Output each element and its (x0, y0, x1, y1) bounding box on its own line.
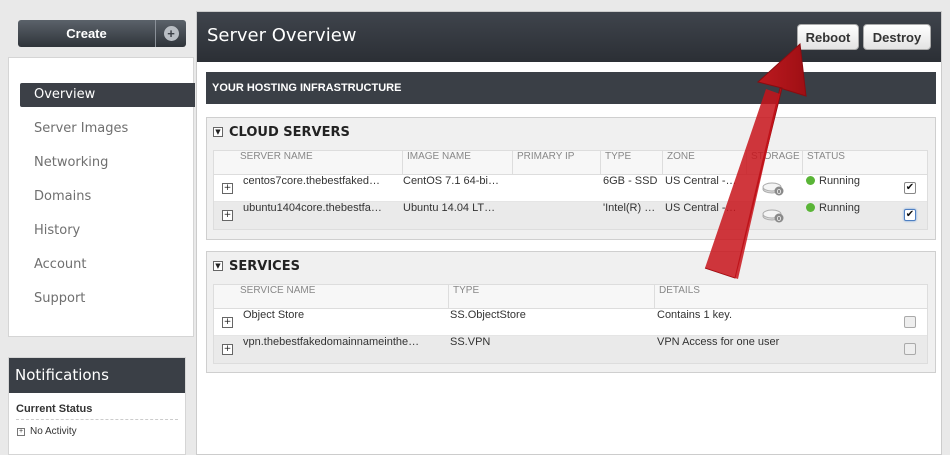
expand-icon[interactable]: + (222, 183, 233, 194)
table-row[interactable]: + centos7core.thebestfaked… CentOS 7.1 6… (214, 175, 927, 202)
column-zone[interactable]: ZONE (662, 151, 746, 175)
primary-ip (513, 202, 597, 229)
cloud-servers-table: SERVER NAME IMAGE NAME PRIMARY IP TYPE Z… (213, 150, 928, 230)
triangle-down-icon[interactable]: ▼ (213, 261, 223, 271)
server-zone: US Central -… (665, 202, 737, 214)
table-row[interactable]: + Object Store SS.ObjectStore Contains 1… (214, 309, 927, 336)
cloud-servers-panel: ▼ CLOUD SERVERS SERVER NAME IMAGE NAME P… (206, 117, 936, 240)
triangle-down-icon[interactable]: ▼ (213, 127, 223, 137)
services-panel: ▼ SERVICES SERVICE NAME TYPE DETAILS + O… (206, 251, 936, 373)
row-checkbox[interactable]: ✔ (904, 182, 916, 194)
table-header: SERVER NAME IMAGE NAME PRIMARY IP TYPE Z… (214, 151, 927, 175)
server-type: 'Intel(R) … (603, 202, 656, 214)
expand-icon: + (17, 427, 25, 436)
expand-icon[interactable]: + (222, 210, 233, 221)
main-header: Server Overview Reboot Destroy (197, 12, 941, 62)
main-panel: Server Overview Reboot Destroy YOUR HOST… (196, 11, 942, 455)
column-status[interactable]: STATUS (802, 151, 928, 175)
column-type[interactable]: TYPE (600, 151, 662, 175)
destroy-button[interactable]: Destroy (863, 24, 931, 50)
notifications-title: Notifications (9, 358, 185, 393)
column-server-name[interactable]: SERVER NAME (236, 151, 402, 175)
services-table: SERVICE NAME TYPE DETAILS + Object Store… (213, 284, 928, 364)
sidebar-item-overview[interactable]: Overview (20, 83, 195, 107)
page-title: Server Overview (207, 25, 357, 46)
disk-icon: 0 (762, 182, 784, 196)
cloud-servers-header[interactable]: ▼ CLOUD SERVERS (207, 118, 935, 146)
create-button-label: Create (66, 26, 107, 41)
row-checkbox[interactable] (904, 343, 916, 355)
sidebar-nav: Overview Server Images Networking Domain… (8, 57, 195, 337)
primary-ip (513, 175, 597, 202)
row-checkbox[interactable]: ✔ (904, 209, 916, 221)
image-name: CentOS 7.1 64-bi… (403, 175, 499, 187)
image-name: Ubuntu 14.04 LT… (403, 202, 496, 214)
svg-text:0: 0 (777, 188, 781, 196)
expand-icon[interactable]: + (222, 344, 233, 355)
server-type: 6GB - SSD (603, 175, 658, 187)
sidebar-item-history[interactable]: History (20, 219, 195, 243)
sidebar-item-account[interactable]: Account (20, 253, 195, 277)
server-name[interactable]: centos7core.thebestfaked… (243, 175, 398, 202)
green-dot-icon (806, 175, 815, 185)
reboot-button[interactable]: Reboot (797, 24, 859, 50)
column-storage[interactable]: STORAGE (746, 151, 802, 175)
table-row[interactable]: + vpn.thebestfakedomainnameinthe… SS.VPN… (214, 336, 927, 363)
service-name[interactable]: Object Store (243, 309, 443, 336)
status-text: Running (819, 202, 860, 214)
column-primary-ip[interactable]: PRIMARY IP (512, 151, 600, 175)
services-header[interactable]: ▼ SERVICES (207, 252, 935, 280)
server-zone: US Central -… (665, 175, 737, 187)
sidebar-item-support[interactable]: Support (20, 287, 195, 311)
create-plus-button[interactable]: + (156, 26, 186, 41)
svg-text:0: 0 (777, 215, 781, 223)
sidebar-item-server-images[interactable]: Server Images (20, 117, 195, 141)
service-type: SS.ObjectStore (450, 309, 526, 321)
create-button[interactable]: Create + (18, 20, 186, 47)
services-title: SERVICES (229, 258, 300, 274)
column-image-name[interactable]: IMAGE NAME (402, 151, 512, 175)
server-name[interactable]: ubuntu1404core.thebestfa… (243, 202, 398, 229)
column-service-type[interactable]: TYPE (448, 285, 654, 309)
service-details: VPN Access for one user (657, 336, 780, 348)
sidebar-item-domains[interactable]: Domains (20, 185, 195, 209)
plus-icon: + (163, 26, 179, 41)
cloud-servers-title: CLOUD SERVERS (229, 124, 350, 140)
server-status: Running (806, 202, 896, 229)
current-status-label: Current Status (16, 403, 178, 420)
server-status: Running (806, 175, 896, 202)
table-row[interactable]: + ubuntu1404core.thebestfa… Ubuntu 14.04… (214, 202, 927, 229)
sidebar-item-networking[interactable]: Networking (20, 151, 195, 175)
service-type: SS.VPN (450, 336, 491, 348)
status-text: Running (819, 175, 860, 187)
expand-icon[interactable]: + (222, 317, 233, 328)
table-header: SERVICE NAME TYPE DETAILS (214, 285, 927, 309)
column-service-name[interactable]: SERVICE NAME (236, 285, 448, 309)
service-name[interactable]: vpn.thebestfakedomainnameinthe… (243, 336, 443, 363)
column-details[interactable]: DETAILS (654, 285, 928, 309)
green-dot-icon (806, 202, 815, 212)
infrastructure-heading: YOUR HOSTING INFRASTRUCTURE (206, 72, 936, 104)
notifications-panel: Notifications Current Status + No Activi… (8, 357, 186, 455)
notification-item[interactable]: + No Activity (17, 426, 185, 437)
disk-icon: 0 (762, 209, 784, 223)
notification-text: No Activity (30, 426, 77, 437)
row-checkbox[interactable] (904, 316, 916, 328)
service-details: Contains 1 key. (657, 309, 733, 321)
